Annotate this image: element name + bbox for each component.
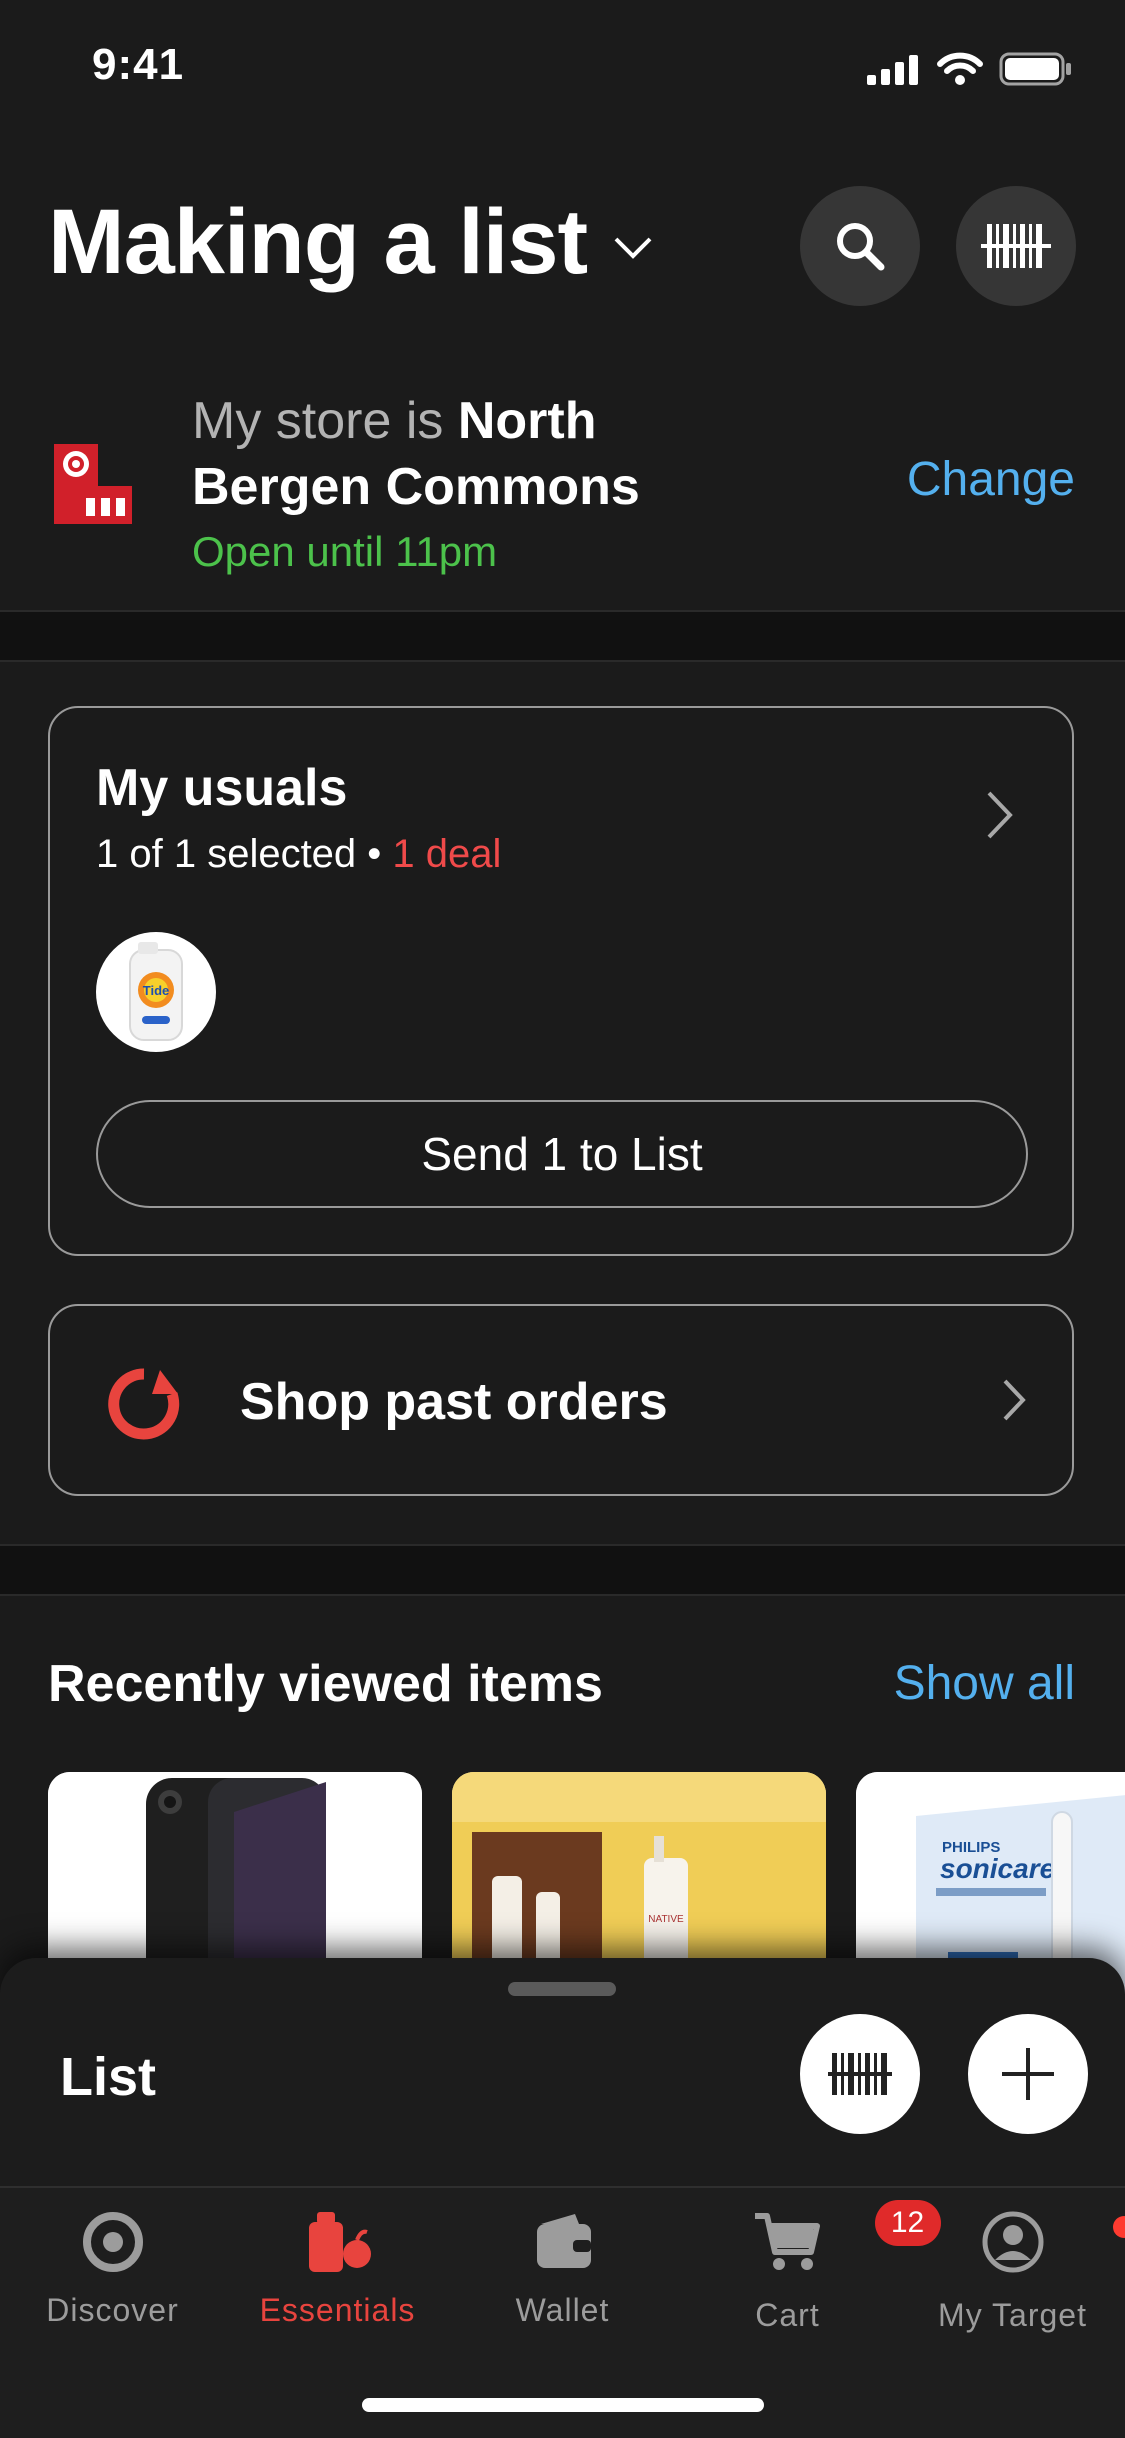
signal-icon — [867, 53, 921, 85]
tab-wallet[interactable]: Wallet — [450, 2210, 675, 2329]
search-icon — [834, 220, 886, 272]
cart-icon — [753, 2210, 823, 2274]
shop-past-orders-label: Shop past orders — [240, 1372, 668, 1432]
scan-barcode-button[interactable] — [956, 186, 1076, 306]
list-sheet-title: List — [60, 2046, 156, 2108]
usual-item-thumbnail[interactable]: Tide — [96, 932, 216, 1052]
section-divider — [0, 610, 1125, 662]
wallet-icon — [531, 2210, 595, 2274]
tab-my-target[interactable]: My Target — [900, 2210, 1125, 2334]
add-item-button[interactable] — [968, 2014, 1088, 2134]
wifi-icon — [937, 52, 983, 86]
reorder-icon — [104, 1364, 184, 1444]
tab-cart[interactable]: 12 Cart — [675, 2210, 900, 2334]
target-store-icon — [52, 442, 134, 526]
deal-count: 1 deal — [392, 832, 501, 876]
battery-icon — [999, 52, 1073, 86]
profile-icon — [981, 2210, 1045, 2274]
list-title-dropdown[interactable]: Making a list — [48, 190, 653, 295]
barcode-icon — [981, 220, 1051, 272]
discover-icon — [81, 2210, 145, 2274]
chevron-right-icon — [986, 790, 1014, 840]
notification-dot — [1113, 2216, 1125, 2238]
store-hours: Open until 11pm — [192, 528, 497, 576]
svg-text:Tide: Tide — [143, 983, 170, 998]
send-to-list-button[interactable]: Send 1 to List — [96, 1100, 1028, 1208]
store-name: My store is North Bergen Commons — [192, 388, 640, 520]
chevron-right-icon — [1002, 1378, 1026, 1422]
sheet-drag-handle[interactable] — [508, 1982, 616, 1996]
my-usuals-title: My usuals — [96, 758, 347, 818]
show-all-link[interactable]: Show all — [894, 1656, 1075, 1711]
status-icons — [867, 52, 1073, 86]
svg-text:sonicare: sonicare — [940, 1853, 1055, 1884]
plus-icon — [1000, 2046, 1056, 2102]
home-indicator — [362, 2398, 764, 2412]
change-store-link[interactable]: Change — [907, 452, 1075, 507]
search-button[interactable] — [800, 186, 920, 306]
status-time: 9:41 — [92, 40, 184, 90]
list-scan-button[interactable] — [800, 2014, 920, 2134]
detergent-bottle-image: Tide — [96, 932, 216, 1052]
tab-essentials[interactable]: Essentials — [225, 2210, 450, 2329]
usuals-summary: 1 of 1 selected • 1 deal — [96, 832, 501, 877]
essentials-icon — [303, 2210, 373, 2274]
section-divider — [0, 1544, 1125, 1596]
chevron-down-icon — [613, 236, 653, 260]
recently-viewed-title: Recently viewed items — [48, 1654, 603, 1714]
page-title: Making a list — [48, 190, 587, 295]
tab-discover[interactable]: Discover — [0, 2210, 225, 2329]
barcode-icon — [828, 2050, 892, 2098]
svg-text:NATIVE: NATIVE — [648, 1914, 684, 1925]
